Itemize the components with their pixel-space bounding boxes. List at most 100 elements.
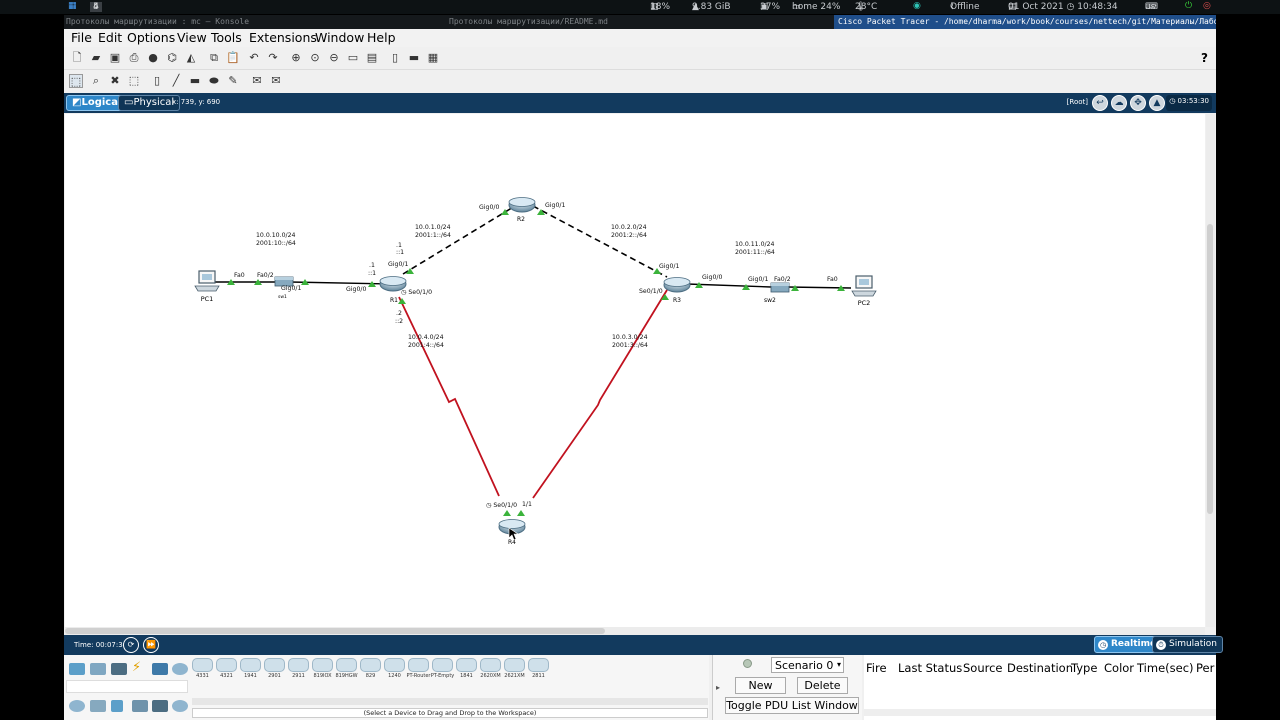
cluster-icon[interactable]: ☁ bbox=[1111, 95, 1127, 111]
components-category-icon[interactable] bbox=[111, 663, 127, 675]
panel-collapse-icon[interactable]: ▸ bbox=[716, 683, 720, 692]
connections-category-icon[interactable]: ⚡ bbox=[132, 661, 144, 674]
save-icon[interactable]: ▣ bbox=[108, 51, 122, 65]
menu-file[interactable]: File bbox=[69, 30, 94, 45]
open-folder-icon[interactable]: ▰ bbox=[89, 51, 103, 65]
add-simple-pdu-icon[interactable]: ✉ bbox=[250, 74, 264, 88]
app-launcher-icon[interactable]: ▦ bbox=[68, 1, 77, 11]
device-router-4331[interactable]: 4331 bbox=[192, 658, 213, 679]
zoom-reset-icon[interactable]: ⊙ bbox=[308, 51, 322, 65]
column-destination[interactable]: Destination bbox=[1007, 661, 1073, 675]
device-router-2621xm[interactable]: 2621XM bbox=[504, 658, 525, 679]
wan-emulation-subcategory-icon[interactable] bbox=[172, 700, 188, 712]
custom-devices-dialog-icon[interactable]: ▤ bbox=[365, 51, 379, 65]
canvas-vertical-scrollbar[interactable] bbox=[1206, 114, 1215, 627]
simulation-mode-button[interactable]: ⏱ Simulation bbox=[1152, 636, 1223, 653]
column-last-status[interactable]: Last Status bbox=[898, 661, 962, 675]
place-note-icon[interactable]: ▯ bbox=[150, 74, 164, 88]
root-breadcrumb[interactable]: [Root] bbox=[1067, 98, 1088, 106]
misc-category-icon[interactable] bbox=[152, 663, 168, 675]
device-router-2911[interactable]: 2911 bbox=[288, 658, 309, 679]
undo-icon[interactable]: ↶ bbox=[247, 51, 261, 65]
device-router-2620xm[interactable]: 2620XM bbox=[480, 658, 501, 679]
physical-tab[interactable]: ▭Physical bbox=[118, 95, 181, 111]
column-source[interactable]: Source bbox=[963, 661, 1003, 675]
menu-window[interactable]: Window bbox=[313, 30, 366, 45]
menu-options[interactable]: Options bbox=[125, 30, 177, 45]
column-time[interactable]: Time(sec) bbox=[1137, 661, 1194, 675]
sw2-device[interactable]: sw2 bbox=[764, 282, 790, 304]
link-r1-r4-serial[interactable] bbox=[398, 296, 500, 497]
move-object-icon[interactable]: ✥ bbox=[1130, 95, 1146, 111]
palette-scrollbar[interactable] bbox=[192, 698, 708, 705]
delete-tool-icon[interactable]: ✖ bbox=[108, 74, 122, 88]
copy-icon[interactable]: ⧉ bbox=[207, 51, 221, 65]
pc2-device[interactable]: PC2 bbox=[851, 275, 877, 307]
readme-window-title[interactable]: Протоколы маршрутизации/README.md bbox=[449, 17, 608, 26]
inspect-tool-icon[interactable]: ⌕ bbox=[89, 74, 103, 88]
network-devices-category-icon[interactable] bbox=[69, 663, 85, 675]
image-icon[interactable]: ▦ bbox=[426, 51, 440, 65]
canvas-horizontal-scrollbar[interactable] bbox=[65, 627, 1205, 635]
pdu-table-scrollbar[interactable] bbox=[864, 709, 1216, 716]
router-icon[interactable]: ▬ bbox=[407, 51, 421, 65]
power-icon[interactable]: ⏻ bbox=[1185, 1, 1192, 11]
switches-subcategory-icon[interactable] bbox=[90, 700, 106, 712]
ipc-icon[interactable]: ▯ bbox=[388, 51, 402, 65]
toggle-pdu-list-button[interactable]: Toggle PDU List Window bbox=[725, 697, 859, 714]
r3-device[interactable]: R3 bbox=[663, 277, 691, 305]
device-router-1941[interactable]: 1941 bbox=[240, 658, 261, 679]
device-router-1240[interactable]: 1240 bbox=[384, 658, 405, 679]
draw-ellipse-icon[interactable]: ⬬ bbox=[207, 74, 221, 88]
freeform-icon[interactable]: ✎ bbox=[226, 74, 240, 88]
wireless-subcategory-icon[interactable] bbox=[132, 700, 148, 712]
fast-forward-icon[interactable]: ⏩ bbox=[143, 637, 159, 653]
new-file-icon[interactable]: 🗋 bbox=[70, 51, 84, 65]
activity-wizard-icon[interactable]: ● bbox=[146, 51, 160, 65]
device-router-2811[interactable]: 2811 bbox=[528, 658, 549, 679]
device-router-4321[interactable]: 4321 bbox=[216, 658, 237, 679]
horizontal-scroll-thumb[interactable] bbox=[65, 628, 605, 634]
drawing-palette-icon[interactable]: ▭ bbox=[346, 51, 360, 65]
menu-tools[interactable]: Tools bbox=[209, 30, 244, 45]
hubs-subcategory-icon[interactable] bbox=[111, 700, 123, 712]
device-pt-router[interactable]: PT-Router bbox=[407, 658, 430, 679]
device-router-819hgw[interactable]: 819HGW bbox=[335, 658, 358, 679]
scenario-select[interactable]: Scenario 0 ▾ bbox=[771, 657, 844, 673]
help-icon[interactable]: ? bbox=[1201, 51, 1208, 65]
custom-device-icon[interactable]: ◭ bbox=[184, 51, 198, 65]
menu-help[interactable]: Help bbox=[365, 30, 398, 45]
redo-icon[interactable]: ↷ bbox=[266, 51, 280, 65]
device-router-1841[interactable]: 1841 bbox=[456, 658, 477, 679]
set-background-icon[interactable]: ▲ bbox=[1149, 95, 1165, 111]
topology-canvas[interactable]: PC1 sw1 R1 R2 R3 R4 sw2 PC2 Fa0 Fa0/2 Gi… bbox=[65, 114, 1205, 627]
column-periodic[interactable]: Per bbox=[1196, 661, 1214, 675]
sync-icon[interactable]: ◉ bbox=[913, 1, 921, 11]
draw-rectangle-icon[interactable]: ▬ bbox=[188, 74, 202, 88]
new-scenario-button[interactable]: New bbox=[735, 677, 786, 694]
menu-edit[interactable]: Edit bbox=[96, 30, 124, 45]
pc1-device[interactable]: PC1 bbox=[194, 270, 220, 303]
debian-logo-icon[interactable]: ◎ bbox=[1203, 1, 1211, 11]
device-pt-empty[interactable]: PT-Empty bbox=[431, 658, 454, 679]
device-router-819iox[interactable]: 819IOX bbox=[312, 658, 333, 679]
multiuser-category-icon[interactable] bbox=[172, 663, 188, 675]
workspace-5[interactable]: 5 bbox=[90, 2, 102, 12]
paste-icon[interactable]: 📋 bbox=[226, 51, 240, 65]
end-devices-category-icon[interactable] bbox=[90, 663, 106, 675]
device-router-829[interactable]: 829 bbox=[360, 658, 381, 679]
delete-scenario-button[interactable]: Delete bbox=[797, 677, 848, 694]
security-subcategory-icon[interactable] bbox=[152, 700, 168, 712]
column-type[interactable]: Type bbox=[1071, 661, 1097, 675]
back-icon[interactable]: ↩ bbox=[1092, 95, 1108, 111]
link-r3-r4-serial[interactable] bbox=[532, 289, 668, 499]
select-tool-icon[interactable]: ⬚ bbox=[69, 74, 83, 88]
link-r1-r2[interactable] bbox=[402, 205, 516, 275]
resize-tool-icon[interactable]: ⬚ bbox=[127, 74, 141, 88]
zoom-out-icon[interactable]: ⊖ bbox=[327, 51, 341, 65]
network-info-icon[interactable]: ⌬ bbox=[165, 51, 179, 65]
konsole-window-title[interactable]: Протоколы маршрутизации : mc — Konsole bbox=[66, 17, 249, 26]
link-r2-r3[interactable] bbox=[532, 205, 668, 278]
menu-extensions[interactable]: Extensions bbox=[247, 30, 319, 45]
routers-subcategory-icon[interactable] bbox=[69, 700, 85, 712]
